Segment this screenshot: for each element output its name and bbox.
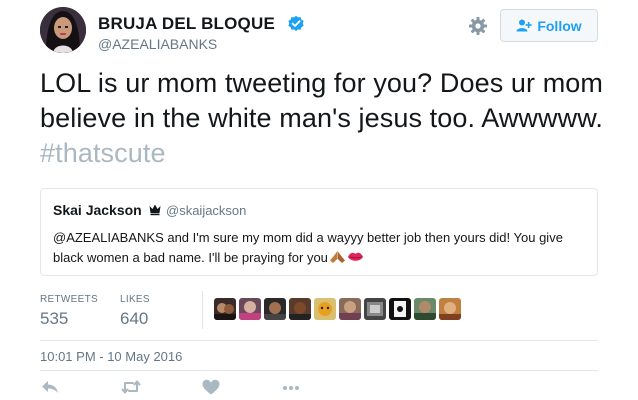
tweet-body: LOL is ur mom tweeting for you? Does ur …: [40, 68, 604, 133]
follow-button[interactable]: Follow: [500, 9, 598, 42]
liker-avatar[interactable]: [289, 298, 311, 320]
timestamp[interactable]: 10:01 PM - 10 May 2016: [40, 349, 182, 364]
liker-avatar[interactable]: [414, 298, 436, 320]
quoted-author-handle: @skaijackson: [166, 203, 247, 218]
liker-avatars: [214, 298, 461, 320]
add-user-icon: [516, 19, 532, 32]
retweets-label[interactable]: RETWEETS: [40, 294, 98, 305]
like-icon[interactable]: [200, 378, 222, 396]
liker-avatar[interactable]: [339, 298, 361, 320]
liker-avatar[interactable]: [389, 298, 411, 320]
display-name[interactable]: BRUJA DEL BLOQUE: [98, 14, 275, 34]
avatar[interactable]: [40, 7, 86, 53]
divider: [40, 340, 598, 341]
liker-avatar[interactable]: [239, 298, 261, 320]
liker-avatar[interactable]: [439, 298, 461, 320]
hashtag-link[interactable]: #thatscute: [40, 138, 166, 168]
quoted-author-name: Skai Jackson: [53, 202, 142, 218]
more-icon[interactable]: [280, 378, 302, 396]
quoted-tweet[interactable]: Skai Jackson @skaijackson @AZEALIABANKS …: [40, 188, 598, 276]
likes-label[interactable]: LIKES: [120, 294, 150, 305]
likes-count[interactable]: 640: [120, 309, 148, 329]
quoted-tweet-text: @AZEALIABANKS and I'm sure my mom did a …: [53, 228, 593, 268]
liker-avatar[interactable]: [314, 298, 336, 320]
gear-icon[interactable]: [468, 16, 488, 36]
author-handle[interactable]: @AZEALIABANKS: [98, 36, 217, 52]
reply-icon[interactable]: [40, 378, 62, 396]
quoted-tweet-body: @AZEALIABANKS and I'm sure my mom did a …: [53, 230, 563, 265]
kiss-mark-icon: [347, 252, 363, 261]
liker-avatar[interactable]: [364, 298, 386, 320]
verified-badge-icon: [288, 15, 304, 31]
tweet-text: LOL is ur mom tweeting for you? Does ur …: [40, 66, 620, 171]
retweets-count[interactable]: 535: [40, 309, 68, 329]
folded-hands-icon: [329, 251, 345, 263]
crown-icon: [149, 204, 161, 216]
stats-divider: [202, 291, 203, 329]
follow-label: Follow: [537, 17, 582, 34]
retweet-icon[interactable]: [120, 378, 142, 396]
liker-avatar[interactable]: [214, 298, 236, 320]
liker-avatar[interactable]: [264, 298, 286, 320]
divider: [40, 370, 598, 371]
